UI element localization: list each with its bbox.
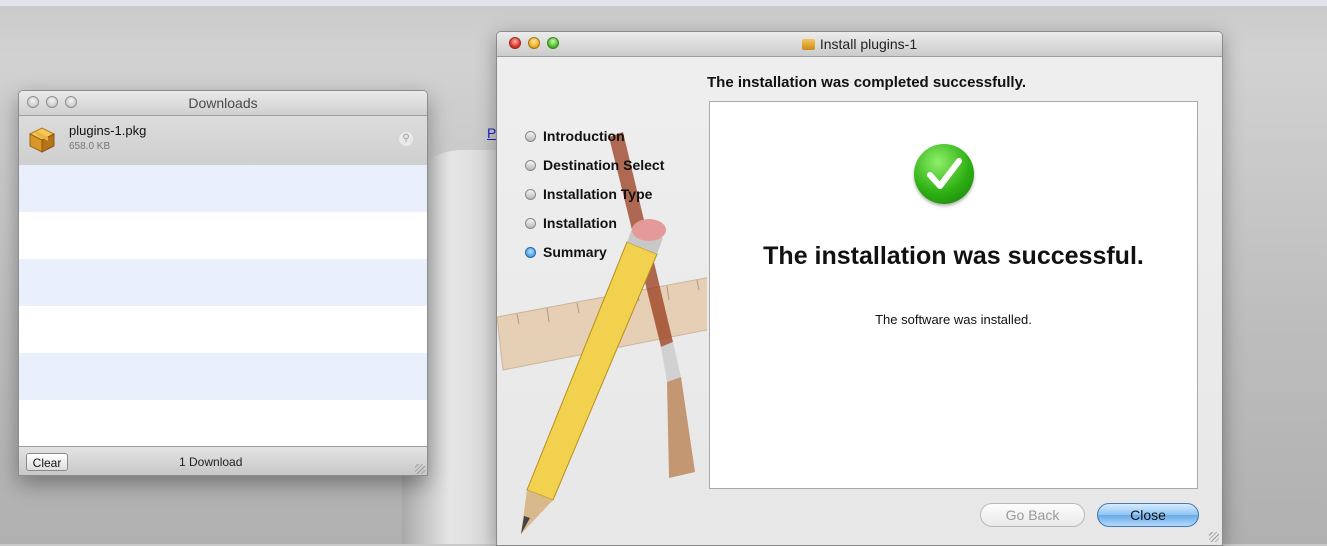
package-icon <box>28 127 56 153</box>
resize-grip-icon[interactable] <box>1209 532 1219 542</box>
go-back-button[interactable]: Go Back <box>980 503 1085 527</box>
step-bullet-icon <box>525 160 536 171</box>
magnifier-icon[interactable]: ⚲ <box>399 132 413 146</box>
close-button[interactable]: Close <box>1097 503 1199 527</box>
content-panel: The installation was successful. The sof… <box>709 101 1198 489</box>
downloads-titlebar[interactable]: Downloads <box>19 91 427 116</box>
resize-grip-icon[interactable] <box>415 464 425 474</box>
clear-button[interactable]: Clear <box>26 453 68 471</box>
download-filename: plugins-1.pkg <box>69 123 147 138</box>
step-introduction: Introduction <box>525 128 664 157</box>
downloads-list: plugins-1.pkg 658.0 KB ⚲ <box>19 116 427 444</box>
success-message: The installation was successful. <box>763 242 1144 270</box>
installer-window: Install plugins-1 The installation was c… <box>496 31 1223 546</box>
download-filesize: 658.0 KB <box>69 141 111 152</box>
active-step-bullet-icon <box>525 247 536 258</box>
background-link[interactable]: P <box>487 125 496 141</box>
step-bullet-icon <box>525 189 536 200</box>
list-row <box>19 165 427 212</box>
list-row <box>19 259 427 306</box>
step-bullet-icon <box>525 131 536 142</box>
step-summary: Summary <box>525 244 664 273</box>
installer-header: The installation was completed successfu… <box>707 74 1026 91</box>
list-row <box>19 400 427 447</box>
success-detail: The software was installed. <box>875 312 1032 327</box>
list-row <box>19 353 427 400</box>
list-row <box>19 212 427 259</box>
browser-top-strip <box>0 0 1327 7</box>
package-icon <box>801 39 815 50</box>
installer-title: Install plugins-1 <box>819 36 918 52</box>
downloads-window: Downloads plugins-1.pkg 658.0 KB ⚲ Clear… <box>18 90 428 476</box>
checkmark-icon <box>914 144 974 204</box>
step-destination-select: Destination Select <box>525 157 664 186</box>
list-row <box>19 306 427 353</box>
step-bullet-icon <box>525 218 536 229</box>
download-item[interactable]: plugins-1.pkg 658.0 KB ⚲ <box>19 116 427 165</box>
installer-titlebar[interactable]: Install plugins-1 <box>497 32 1222 57</box>
downloads-footer: Clear 1 Download <box>19 446 427 475</box>
download-count: 1 Download <box>179 455 243 469</box>
downloads-title: Downloads <box>188 95 258 111</box>
step-list: Introduction Destination Select Installa… <box>525 128 664 273</box>
step-installation: Installation <box>525 215 664 244</box>
step-installation-type: Installation Type <box>525 186 664 215</box>
